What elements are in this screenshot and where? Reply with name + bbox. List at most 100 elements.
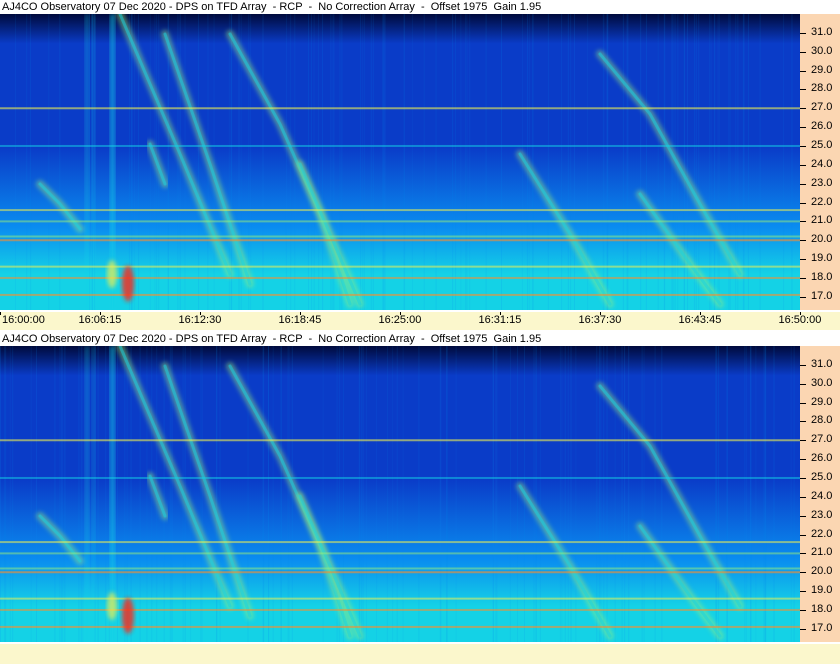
frequency-tick bbox=[800, 421, 806, 423]
frequency-tick bbox=[800, 628, 806, 630]
time-tick-label: 16:00:00 bbox=[2, 314, 45, 326]
panel1-time-axis: 16:00:00 16:06:15 16:12:30 16:18:45 16:25:00… bbox=[0, 312, 840, 330]
time-tick-label: 16:43:45 bbox=[678, 314, 722, 326]
rfi-line bbox=[0, 239, 800, 242]
rfi-line bbox=[0, 220, 800, 223]
panel2-time-axis bbox=[0, 644, 840, 664]
frequency-tick-label: 20.0 bbox=[811, 233, 833, 246]
frequency-tick bbox=[800, 183, 806, 185]
rfi-line bbox=[0, 276, 800, 279]
frequency-tick-label: 26.0 bbox=[811, 120, 833, 133]
frequency-tick bbox=[800, 164, 806, 166]
frequency-tick-label: 20.0 bbox=[811, 565, 833, 578]
frequency-tick bbox=[800, 240, 806, 242]
frequency-tick bbox=[800, 534, 806, 536]
frequency-tick bbox=[800, 477, 806, 479]
frequency-tick-label: 21.0 bbox=[811, 214, 833, 227]
rfi-line bbox=[0, 597, 800, 600]
frequency-tick-label: 31.0 bbox=[811, 25, 833, 38]
frequency-tick bbox=[800, 553, 806, 555]
frequency-tick bbox=[800, 108, 806, 110]
frequency-tick-label: 27.0 bbox=[811, 433, 833, 446]
rfi-line bbox=[0, 625, 800, 628]
frequency-tick bbox=[800, 221, 806, 223]
time-tick-label: 16:12:30 bbox=[178, 314, 222, 326]
rfi-line bbox=[0, 567, 800, 570]
rfi-line bbox=[0, 476, 800, 479]
rfi-line bbox=[0, 552, 800, 555]
time-tick bbox=[0, 312, 1, 315]
frequency-tick-label: 22.0 bbox=[811, 527, 833, 540]
hot-spot bbox=[122, 597, 134, 634]
frequency-tick bbox=[800, 383, 806, 385]
frequency-tick bbox=[800, 127, 806, 129]
frequency-tick bbox=[800, 572, 806, 574]
frequency-tick bbox=[800, 202, 806, 204]
rfi-line bbox=[0, 293, 800, 296]
panel1-spectrogram-svg bbox=[0, 14, 800, 310]
hot-spot bbox=[107, 260, 117, 289]
time-tick-label: 16:06:15 bbox=[78, 314, 122, 326]
frequency-tick-label: 18.0 bbox=[811, 270, 833, 283]
frequency-tick bbox=[800, 259, 806, 261]
frequency-tick-label: 30.0 bbox=[811, 376, 833, 389]
panel1-frequency-axis: 17.0 18.0 19.0 20.0 21.0 22.0 23.0 24.0 25.0 26.0… bbox=[800, 14, 840, 310]
frequency-tick bbox=[800, 70, 806, 72]
frequency-tick-label: 24.0 bbox=[811, 489, 833, 502]
frequency-tick bbox=[800, 32, 806, 34]
frequency-tick bbox=[800, 515, 806, 517]
rfi-line bbox=[0, 439, 800, 442]
panel2-spectrogram bbox=[0, 346, 800, 642]
frequency-tick-label: 26.0 bbox=[811, 452, 833, 465]
frequency-tick-label: 27.0 bbox=[811, 101, 833, 114]
rfi-line bbox=[0, 107, 800, 110]
panel2-spectrogram-svg bbox=[0, 346, 800, 642]
panel1-spectrogram bbox=[0, 14, 800, 310]
frequency-tick bbox=[800, 296, 806, 298]
vertical-burst bbox=[85, 14, 89, 310]
panel2-frequency-axis: 17.0 18.0 19.0 20.0 21.0 22.0 23.0 24.0 25.0 26.0… bbox=[800, 346, 840, 642]
time-tick-label: 16:25:00 bbox=[378, 314, 422, 326]
frequency-tick-label: 23.0 bbox=[811, 508, 833, 521]
vertical-burst bbox=[92, 14, 95, 310]
frequency-tick-label: 29.0 bbox=[811, 63, 833, 76]
time-tick-label: 16:37:30 bbox=[578, 314, 622, 326]
frequency-tick bbox=[800, 364, 806, 366]
frequency-tick bbox=[800, 496, 806, 498]
frequency-tick bbox=[800, 440, 806, 442]
frequency-tick bbox=[800, 89, 806, 91]
frequency-tick bbox=[800, 402, 806, 404]
frequency-tick-label: 17.0 bbox=[811, 621, 833, 634]
frequency-tick-label: 22.0 bbox=[811, 195, 833, 208]
frequency-tick-label: 25.0 bbox=[811, 138, 833, 151]
panel2-title: AJ4CO Observatory 07 Dec 2020 - DPS on T… bbox=[0, 332, 840, 346]
time-tick-label: 16:18:45 bbox=[278, 314, 322, 326]
frequency-tick-label: 28.0 bbox=[811, 414, 833, 427]
frequency-tick-label: 28.0 bbox=[811, 82, 833, 95]
frequency-tick-label: 23.0 bbox=[811, 176, 833, 189]
frequency-tick-label: 17.0 bbox=[811, 289, 833, 302]
frequency-tick bbox=[800, 591, 806, 593]
frequency-tick bbox=[800, 51, 806, 53]
rfi-line bbox=[0, 608, 800, 611]
frequency-tick bbox=[800, 145, 806, 147]
frequency-tick-label: 21.0 bbox=[811, 546, 833, 559]
frequency-tick-label: 24.0 bbox=[811, 157, 833, 170]
frequency-tick bbox=[800, 277, 806, 279]
rfi-line bbox=[0, 209, 800, 212]
frequency-tick-label: 25.0 bbox=[811, 470, 833, 483]
frequency-tick bbox=[800, 609, 806, 611]
vertical-burst bbox=[92, 346, 95, 642]
frequency-tick-label: 31.0 bbox=[811, 357, 833, 370]
frequency-tick bbox=[800, 459, 806, 461]
hot-spot bbox=[122, 265, 134, 302]
time-tick-label: 16:31:15 bbox=[478, 314, 522, 326]
frequency-tick-label: 19.0 bbox=[811, 584, 833, 597]
panel1-title: AJ4CO Observatory 07 Dec 2020 - DPS on T… bbox=[0, 0, 840, 14]
frequency-tick-label: 19.0 bbox=[811, 252, 833, 265]
rfi-line bbox=[0, 144, 800, 147]
rfi-line bbox=[0, 541, 800, 544]
rfi-line bbox=[0, 265, 800, 268]
frequency-tick-label: 18.0 bbox=[811, 602, 833, 615]
hot-spot bbox=[107, 592, 117, 621]
